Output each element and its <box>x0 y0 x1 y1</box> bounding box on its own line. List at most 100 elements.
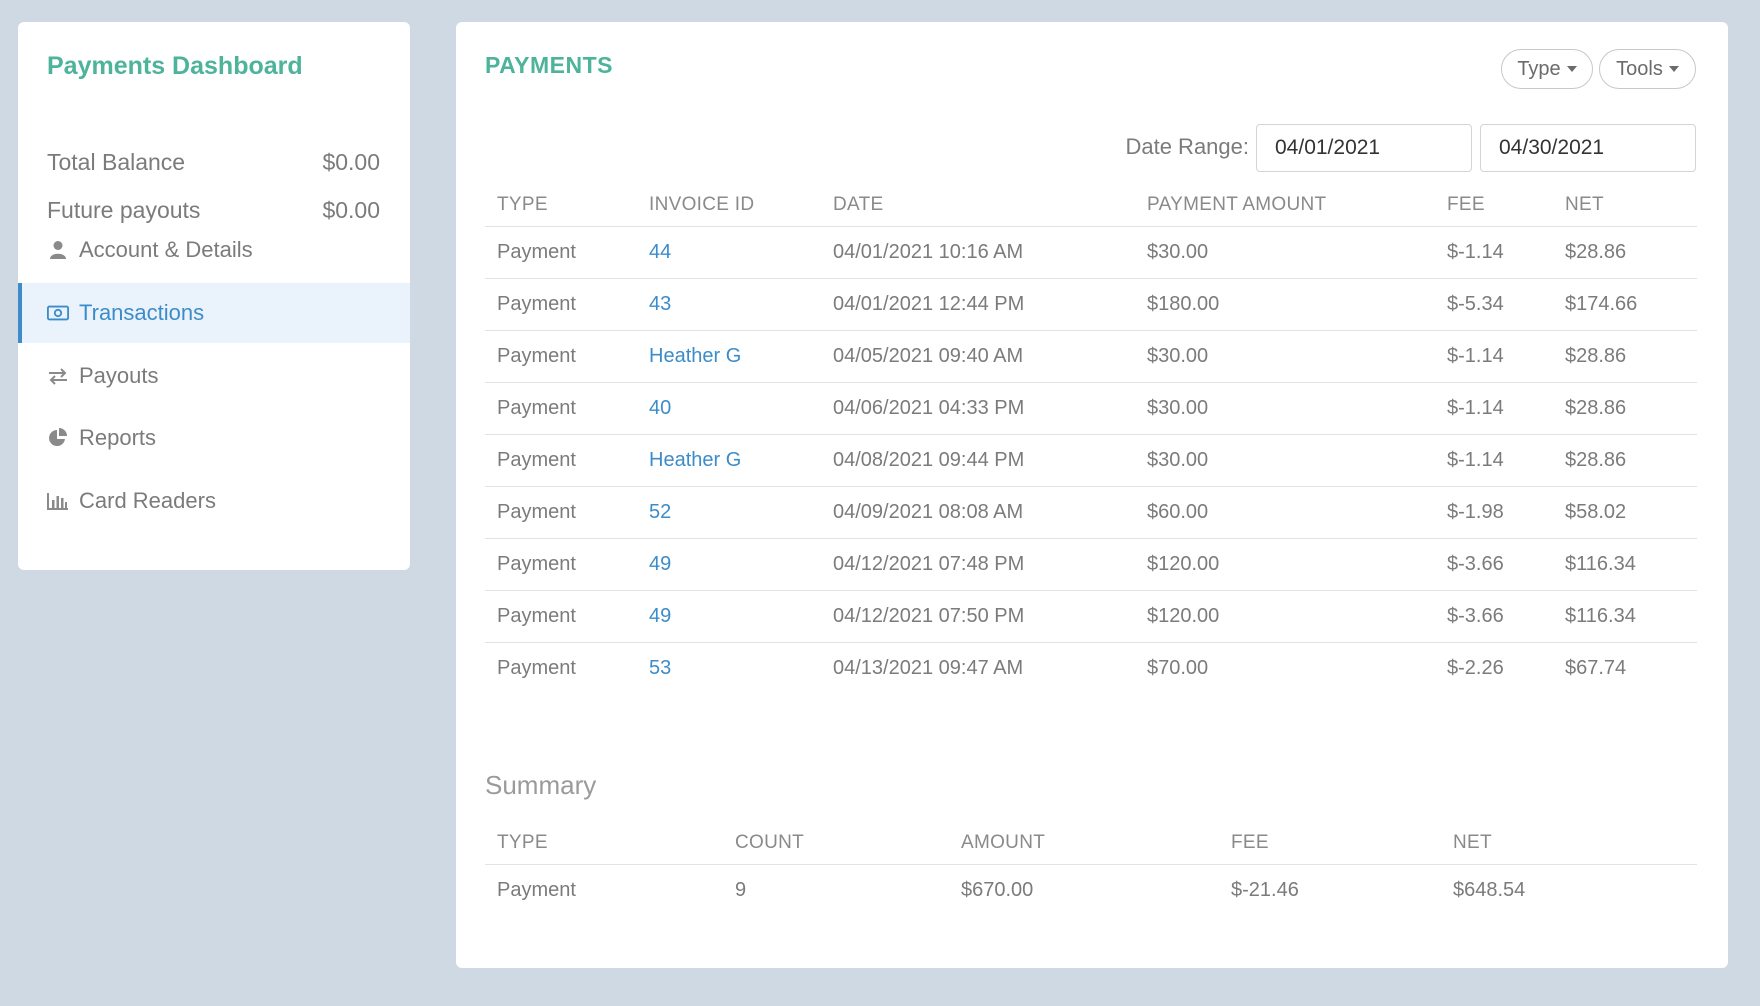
sidebar-item-account-details[interactable]: Account & Details <box>18 220 410 280</box>
cell-fee: $-1.14 <box>1435 330 1553 383</box>
cell-invoice-id-link[interactable]: 49 <box>637 590 821 643</box>
cell-date: 04/05/2021 09:40 AM <box>821 330 1135 383</box>
cell-date: 04/01/2021 12:44 PM <box>821 278 1135 331</box>
chevron-down-icon <box>1566 66 1577 72</box>
sidebar-item-card-readers[interactable]: Card Readers <box>18 471 410 531</box>
total-balance-label: Total Balance <box>47 148 186 175</box>
cell-net: $28.86 <box>1553 434 1697 487</box>
type-dropdown-button[interactable]: Type <box>1501 49 1593 89</box>
column-header-fee[interactable]: FEE <box>1435 184 1553 227</box>
sidebar-item-label: Reports <box>79 425 157 450</box>
column-header-count: COUNT <box>723 822 949 865</box>
column-header-net: NET <box>1441 822 1697 865</box>
sidebar-title: Payments Dashboard <box>47 52 303 80</box>
cell-type: Payment <box>485 278 637 331</box>
cell-date: 04/13/2021 09:47 AM <box>833 657 1024 679</box>
cell-fee: $-2.26 <box>1447 657 1504 679</box>
sidebar-panel: Payments Dashboard Total Balance $0.00 F… <box>18 22 410 570</box>
column-header-invoice-id[interactable]: INVOICE ID <box>637 184 821 227</box>
cell-payment-amount: $30.00 <box>1135 226 1435 279</box>
total-balance-row: Total Balance $0.00 <box>47 142 380 182</box>
cell-invoice-id-link[interactable]: 40 <box>637 382 821 435</box>
cell-type: Payment <box>485 382 637 435</box>
table-header-row: TYPE COUNT AMOUNT FEE NET <box>485 822 1697 865</box>
cell-payment-amount: $30.00 <box>1135 434 1435 487</box>
table-header-row: TYPE INVOICE ID DATE PAYMENT AMOUNT FEE … <box>485 184 1697 227</box>
table-row: Payment 43 04/01/2021 12:44 PM $180.00 $-5.3… <box>485 278 1697 331</box>
table-row: Payment 49 04/12/2021 07:50 PM $120.00 $-3.6… <box>485 590 1697 643</box>
summary-cell-net: $648.54 <box>1453 879 1526 901</box>
cell-fee: $-1.98 <box>1435 486 1553 539</box>
cell-type: Payment <box>485 486 637 539</box>
cell-net: $116.34 <box>1553 538 1697 591</box>
column-header-date[interactable]: DATE <box>821 184 1135 227</box>
cell-fee: $-1.14 <box>1435 434 1553 487</box>
summary-cell-fee: $-21.46 <box>1231 879 1299 901</box>
tools-dropdown-button[interactable]: Tools <box>1599 49 1696 89</box>
cell-date: 04/01/2021 10:16 AM <box>821 226 1135 279</box>
start-date-input[interactable] <box>1256 124 1472 172</box>
table-row: Payment 52 04/09/2021 08:08 AM $60.00 $-1.98… <box>485 486 1697 539</box>
cell-type: Payment <box>497 657 576 679</box>
cell-date: 04/09/2021 08:08 AM <box>821 486 1135 539</box>
cell-net: $67.74 <box>1565 657 1627 679</box>
cell-invoice-id-link[interactable]: 52 <box>637 486 821 539</box>
column-header-amount: AMOUNT <box>949 822 1219 865</box>
cell-net: $28.86 <box>1553 382 1697 435</box>
cell-invoice-id-link[interactable]: Heather G <box>637 330 821 383</box>
column-header-payment-amount[interactable]: PAYMENT AMOUNT <box>1135 184 1435 227</box>
cell-payment-amount: $30.00 <box>1135 330 1435 383</box>
cell-fee: $-3.66 <box>1435 538 1553 591</box>
cell-date: 04/06/2021 04:33 PM <box>821 382 1135 435</box>
date-range-label: Date Range: <box>1125 134 1249 159</box>
pie-chart-icon <box>47 427 69 449</box>
cell-payment-amount: $120.00 <box>1135 538 1435 591</box>
cell-invoice-id-link[interactable]: 44 <box>637 226 821 279</box>
sidebar-item-payouts[interactable]: Payouts <box>18 346 410 406</box>
cell-net: $28.86 <box>1553 226 1697 279</box>
cell-type: Payment <box>485 590 637 643</box>
summary-cell-count: 9 <box>735 879 747 901</box>
column-header-type[interactable]: TYPE <box>485 184 637 227</box>
cell-fee: $-1.14 <box>1435 382 1553 435</box>
sidebar-item-transactions[interactable]: Transactions <box>18 283 410 343</box>
cell-date: 04/12/2021 07:50 PM <box>821 590 1135 643</box>
cell-invoice-id-link[interactable]: Heather G <box>637 434 821 487</box>
cell-net: $58.02 <box>1553 486 1697 539</box>
cell-invoice-id-link[interactable]: 49 <box>637 538 821 591</box>
total-balance-value: $0.00 <box>322 148 380 175</box>
cell-invoice-id-link[interactable]: 53 <box>637 643 821 695</box>
user-icon <box>47 239 69 261</box>
cell-fee: $-3.66 <box>1435 590 1553 643</box>
cell-payment-amount: $60.00 <box>1135 486 1435 539</box>
cell-net: $174.66 <box>1553 278 1697 331</box>
sidebar-item-label: Transactions <box>79 300 205 325</box>
tools-dropdown-label: Tools <box>1616 57 1663 80</box>
bar-chart-icon <box>47 490 69 512</box>
cell-payment-amount: $30.00 <box>1135 382 1435 435</box>
table-row: Payment 49 04/12/2021 07:48 PM $120.00 $-3.6… <box>485 538 1697 591</box>
table-row: Payment 53 04/13/2021 09:47 AM $70.00 $-2.26… <box>485 643 1697 695</box>
end-date-input[interactable] <box>1480 124 1696 172</box>
cell-invoice-id-link[interactable]: 43 <box>637 278 821 331</box>
table-row: Payment 40 04/06/2021 04:33 PM $30.00 $-1.14… <box>485 382 1697 435</box>
column-header-net[interactable]: NET <box>1553 184 1697 227</box>
cell-fee: $-5.34 <box>1435 278 1553 331</box>
cell-fee: $-1.14 <box>1435 226 1553 279</box>
sidebar-item-reports[interactable]: Reports <box>18 408 410 468</box>
cell-type: Payment <box>485 330 637 383</box>
chevron-down-icon <box>1668 66 1679 72</box>
cell-net: $116.34 <box>1553 590 1697 643</box>
summary-cell-amount: $670.00 <box>961 879 1034 901</box>
summary-title: Summary <box>485 770 597 800</box>
column-header-fee: FEE <box>1219 822 1441 865</box>
summary-table: TYPE COUNT AMOUNT FEE NET Payment 9 $670.0… <box>485 822 1697 916</box>
cell-payment-amount: $120.00 <box>1135 590 1435 643</box>
table-row: Payment Heather G 04/08/2021 09:44 PM $30.0… <box>485 434 1697 487</box>
cell-type: Payment <box>485 538 637 591</box>
exchange-arrows-icon <box>47 365 69 387</box>
cell-payment-amount: $180.00 <box>1135 278 1435 331</box>
payments-panel: PAYMENTS Type Tools Date Range: TYPE INV… <box>456 22 1728 968</box>
cell-net: $28.86 <box>1553 330 1697 383</box>
table-row: Payment 44 04/01/2021 10:16 AM $30.00 $-1.14… <box>485 226 1697 279</box>
